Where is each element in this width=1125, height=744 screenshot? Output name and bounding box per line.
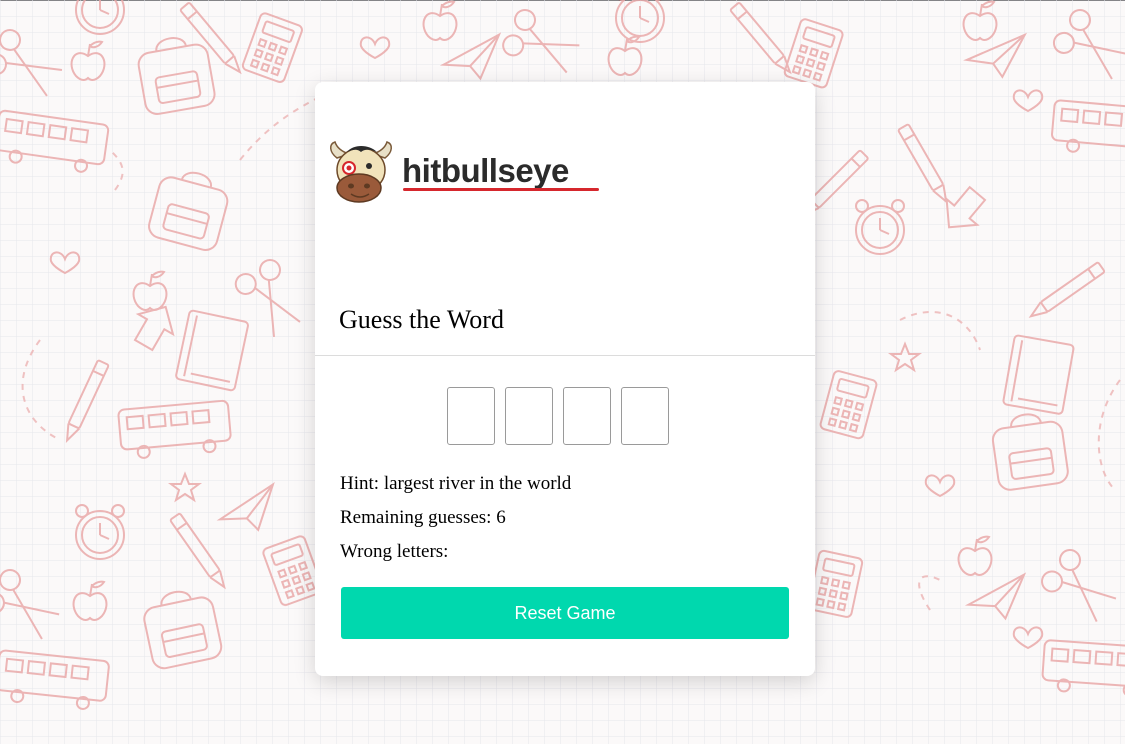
letter-slot: [621, 387, 669, 445]
wrong-label: Wrong letters:: [340, 541, 449, 562]
letter-slot: [563, 387, 611, 445]
hint-line: Hint: largest river in the world: [340, 473, 571, 495]
game-title: Guess the Word: [339, 305, 504, 334]
game-card: hitbullseye Guess the Word Hint: largest…: [315, 82, 815, 676]
letter-slot: [447, 387, 495, 445]
hint-label: Hint:: [340, 473, 384, 494]
remaining-value: 6: [496, 507, 506, 528]
reset-game-button[interactable]: Reset Game: [341, 587, 789, 639]
remaining-guesses-line: Remaining guesses: 6: [340, 507, 506, 529]
letter-slot: [505, 387, 553, 445]
brand-name: hitbullseye: [402, 152, 569, 189]
wrong-letters-line: Wrong letters:: [340, 541, 448, 563]
word-slots: [447, 387, 669, 445]
remaining-label: Remaining guesses:: [340, 507, 497, 528]
hint-value: largest river in the world: [383, 473, 572, 494]
title-divider: [315, 355, 815, 356]
brand-underline: [403, 188, 599, 191]
